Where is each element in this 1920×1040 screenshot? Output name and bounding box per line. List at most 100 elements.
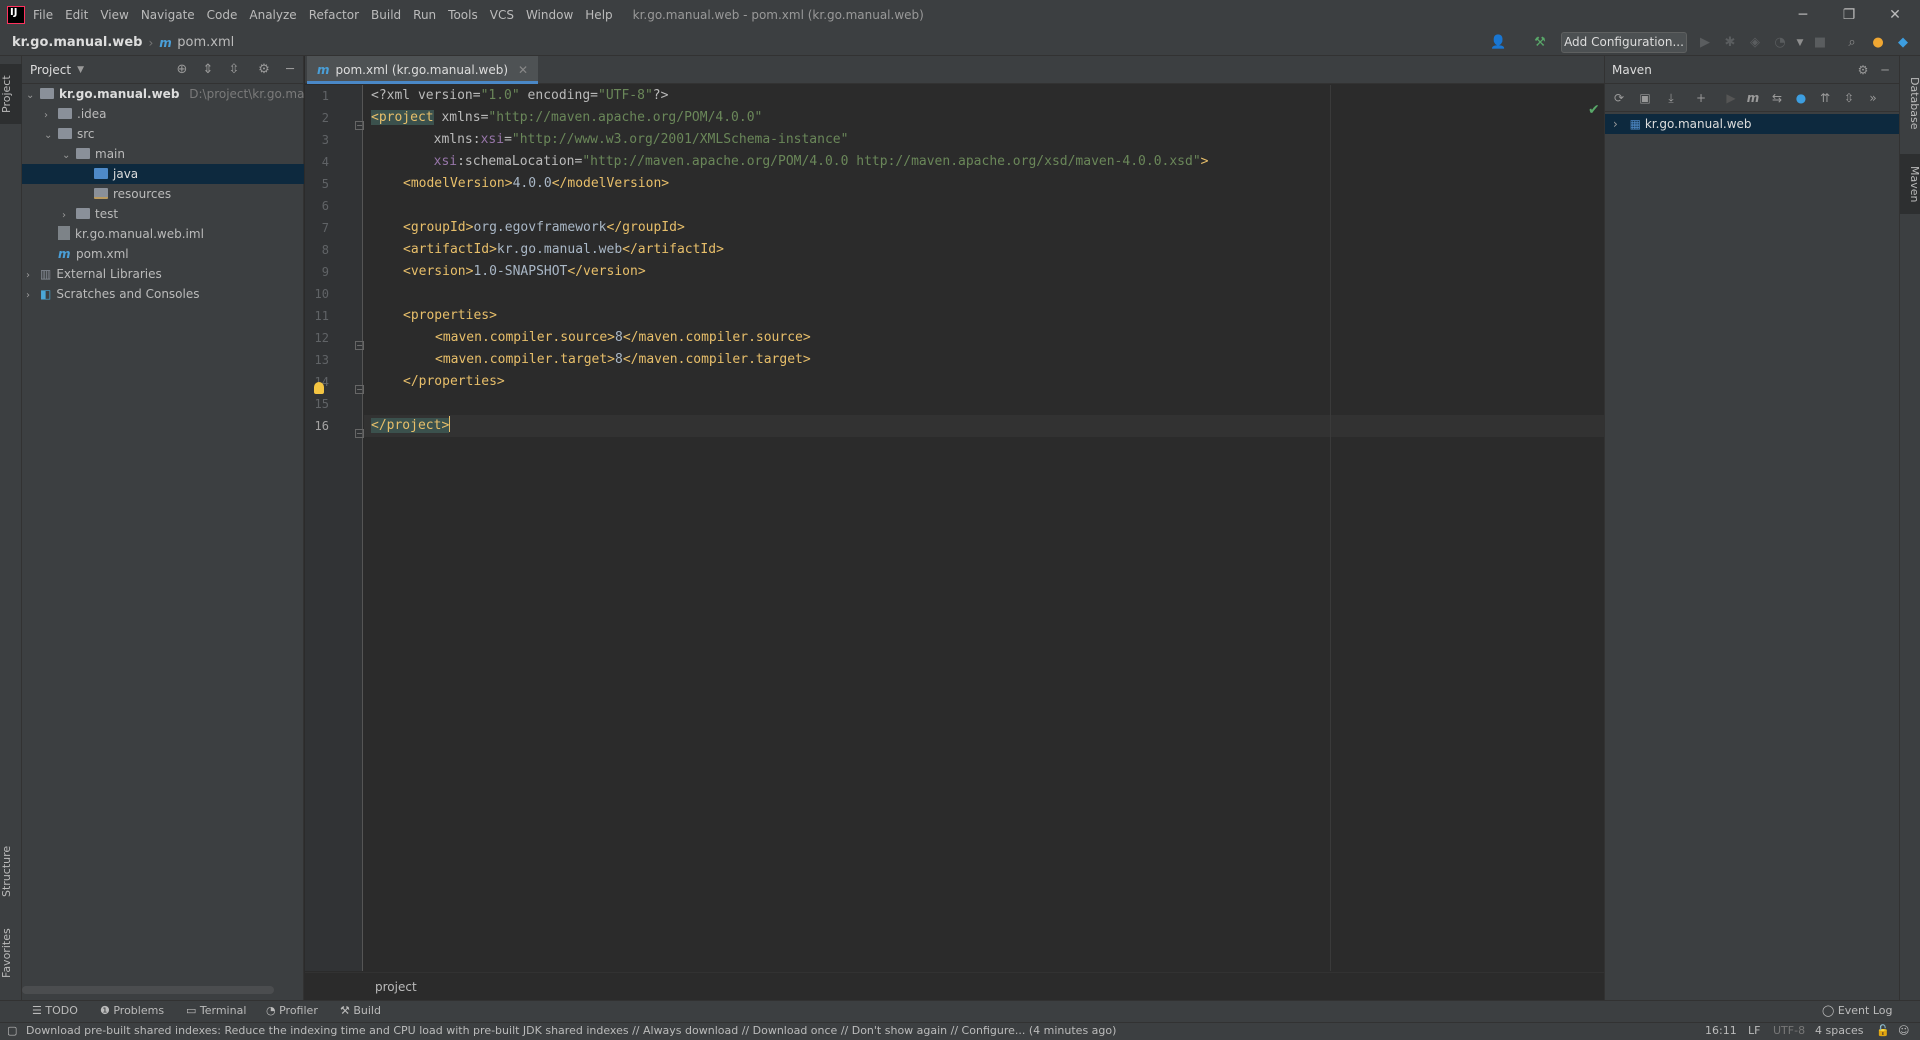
download-icon[interactable]: ⤓ (1663, 90, 1679, 106)
structure-tool-tab[interactable]: Structure (0, 836, 22, 906)
code-area[interactable]: <?xml version="1.0" encoding="UTF-8"?> <… (305, 85, 1604, 971)
right-tool-strip: Database Maven (1899, 56, 1920, 1022)
project-tool-tab[interactable]: Project (0, 64, 22, 124)
tree-item-external-libraries[interactable]: › ▥ External Libraries (26, 264, 162, 284)
maven-project-item[interactable]: › ▦ kr.go.manual.web (1605, 114, 1900, 134)
menu-analyze[interactable]: Analyze (249, 8, 296, 22)
toggle-offline-icon[interactable]: ⇆ (1769, 90, 1785, 106)
maven-tool-tab[interactable]: Maven (1900, 154, 1920, 214)
folder-icon (76, 148, 90, 159)
breadcrumb-file[interactable]: pom.xml (177, 35, 234, 50)
tree-item-src[interactable]: ⌄ src (44, 124, 95, 144)
hide-icon[interactable]: ─ (282, 62, 298, 78)
status-message[interactable]: Download pre-built shared indexes: Reduc… (26, 1024, 1116, 1037)
editor-breadcrumb[interactable]: project (375, 980, 417, 994)
event-log-tab[interactable]: ◯ Event Log (1822, 1004, 1892, 1017)
database-tool-tab[interactable]: Database (1900, 66, 1920, 140)
menu-navigate[interactable]: Navigate (141, 8, 195, 22)
current-line-highlight (364, 415, 1604, 437)
menu-file[interactable]: File (33, 8, 53, 22)
coverage-icon[interactable]: ◈ (1747, 35, 1763, 51)
folder-icon (58, 108, 72, 119)
maven-goal-icon[interactable]: m (1745, 90, 1761, 106)
run-icon[interactable]: ▶ (1697, 35, 1713, 51)
code-line-16: </project> (371, 416, 451, 433)
maven-file-icon: m (58, 247, 71, 261)
tree-item-iml[interactable]: kr.go.manual.web.iml (58, 224, 204, 244)
show-dependencies-icon[interactable]: ⇈ (1817, 90, 1833, 106)
code-line-14: </properties> (403, 374, 505, 389)
collapse-all-icon[interactable]: ⇳ (1841, 90, 1857, 106)
menu-help[interactable]: Help (585, 8, 612, 22)
todo-tab[interactable]: ☰ TODO (32, 1004, 78, 1017)
run-icon[interactable]: ▶ (1723, 90, 1739, 106)
generate-sources-icon[interactable]: ▣ (1637, 90, 1653, 106)
minimize-button[interactable]: ─ (1780, 0, 1826, 30)
update-icon[interactable]: ● (1870, 35, 1886, 51)
collapse-all-icon[interactable]: ⇳ (226, 62, 242, 78)
build-hammer-icon[interactable]: ⚒ (1532, 35, 1548, 51)
tree-item-scratches[interactable]: › ◧ Scratches and Consoles (26, 284, 199, 304)
profiler-tab[interactable]: ◔ Profiler (266, 1004, 318, 1017)
editor-tab-pom[interactable]: m pom.xml (kr.go.manual.web) ✕ (307, 56, 539, 84)
editor-breadcrumb-bar: project (305, 972, 1604, 1000)
tree-item-idea[interactable]: › .idea (44, 104, 107, 124)
build-tab[interactable]: ⚒ Build (340, 1004, 381, 1017)
tree-item-pom[interactable]: m pom.xml (58, 244, 129, 264)
line-separator[interactable]: LF (1748, 1024, 1760, 1037)
indent-setting[interactable]: 4 spaces (1815, 1024, 1864, 1037)
menu-view[interactable]: View (100, 8, 128, 22)
file-encoding[interactable]: UTF-8 (1773, 1024, 1805, 1037)
project-horizontal-scrollbar[interactable] (22, 986, 274, 994)
add-configuration-button[interactable]: Add Configuration... (1561, 32, 1687, 53)
run-dropdown-icon[interactable]: ▼ (1792, 35, 1808, 51)
chevron-down-icon[interactable]: ▼ (77, 65, 84, 75)
user-icon[interactable]: 👤 (1490, 35, 1506, 51)
caret-position[interactable]: 16:11 (1705, 1024, 1737, 1037)
gear-icon[interactable]: ⚙ (1855, 62, 1871, 78)
menu-code[interactable]: Code (207, 8, 238, 22)
terminal-tab[interactable]: ▭ Terminal (186, 1004, 246, 1017)
restore-button[interactable]: ❐ (1826, 0, 1872, 30)
tree-item-test[interactable]: › test (62, 204, 118, 224)
maven-header: Maven ⚙ ─ (1605, 56, 1899, 84)
problems-tab[interactable]: ❶ Problems (100, 1004, 164, 1017)
skip-tests-icon[interactable]: ● (1793, 90, 1809, 106)
expand-all-icon[interactable]: ⇕ (200, 62, 216, 78)
hide-icon[interactable]: ─ (1877, 62, 1893, 78)
no-problems-check-icon[interactable]: ✔ (1588, 102, 1600, 118)
inspector-icon[interactable]: ☺ (1898, 1024, 1909, 1037)
status-toggle-icon[interactable]: ▢ (7, 1024, 17, 1037)
title-bar: File Edit View Navigate Code Analyze Ref… (0, 0, 1920, 30)
tree-item-java[interactable]: java (80, 164, 138, 184)
menu-tools[interactable]: Tools (448, 8, 478, 22)
menu-run[interactable]: Run (413, 8, 436, 22)
locate-icon[interactable]: ⊕ (174, 62, 190, 78)
breadcrumb-separator-icon: › (148, 35, 154, 50)
gear-icon[interactable]: ⚙ (256, 62, 272, 78)
profile-icon[interactable]: ◔ (1772, 35, 1788, 51)
menu-build[interactable]: Build (371, 8, 401, 22)
menu-refactor[interactable]: Refactor (309, 8, 359, 22)
lock-icon[interactable]: 🔓 (1876, 1024, 1890, 1037)
project-view-selector[interactable]: Project (30, 63, 71, 77)
close-button[interactable]: ✕ (1872, 0, 1918, 30)
search-icon[interactable]: ⌕ (1844, 35, 1860, 51)
folder-icon (76, 208, 90, 219)
menu-edit[interactable]: Edit (65, 8, 88, 22)
library-icon: ▥ (40, 267, 52, 281)
breadcrumb-project[interactable]: kr.go.manual.web (12, 35, 142, 50)
menu-window[interactable]: Window (526, 8, 573, 22)
tree-item-main[interactable]: ⌄ main (62, 144, 125, 164)
close-tab-icon[interactable]: ✕ (518, 63, 528, 77)
more-icon[interactable]: » (1865, 90, 1881, 106)
tree-root[interactable]: ⌄ kr.go.manual.web D:\project\kr.go.manu (26, 84, 320, 104)
menu-vcs[interactable]: VCS (490, 8, 514, 22)
reload-icon[interactable]: ⟳ (1611, 90, 1627, 106)
toolbox-icon[interactable]: ◆ (1895, 35, 1911, 51)
debug-icon[interactable]: ✱ (1722, 35, 1738, 51)
tree-item-resources[interactable]: resources (80, 184, 171, 204)
stop-icon[interactable]: ■ (1812, 35, 1828, 51)
add-icon[interactable]: + (1693, 90, 1709, 106)
favorites-tool-tab[interactable]: Favorites (0, 918, 22, 988)
